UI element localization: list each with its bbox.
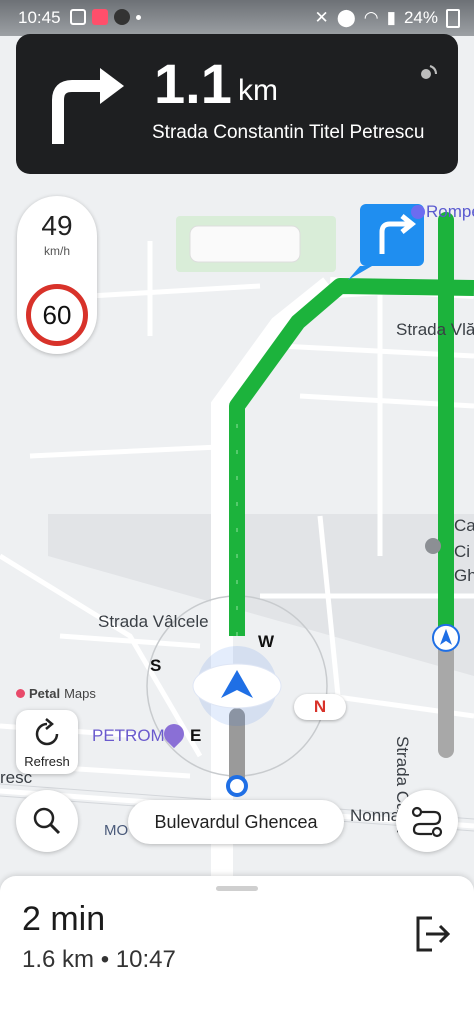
refresh-icon xyxy=(35,718,59,746)
compass-south: S xyxy=(150,656,162,675)
current-speed: 49 xyxy=(41,210,73,241)
current-road-chip: Bulevardul Ghencea xyxy=(128,800,344,844)
map-label-ca: Ca xyxy=(454,516,474,535)
search-icon-handle xyxy=(49,823,61,835)
instruction-distance-unit: km xyxy=(238,74,278,107)
arrival-time: 10:47 xyxy=(115,946,176,973)
speed-unit: km/h xyxy=(43,244,70,258)
navigation-instruction-banner[interactable]: 1.1 km Strada Constantin Titel Petrescu xyxy=(16,34,458,174)
speed-limit-sign: 60 xyxy=(26,284,88,346)
map-label-strada-vla: Strada Vlă xyxy=(396,320,474,339)
status-bar: 10:45 ✕ ⬤ ◠ ▮ 24% xyxy=(0,0,474,36)
eta-separator: • xyxy=(100,946,110,973)
map-label-ci: Ci xyxy=(454,542,471,561)
progress-track-remaining xyxy=(438,212,454,638)
compass-north: N xyxy=(313,697,327,716)
eta-detail: 1.6 km • 10:47 xyxy=(22,946,176,974)
instruction-street: Strada Constantin Titel Petrescu xyxy=(152,122,425,143)
map-label-strada-valcele: Strada Vâlcele xyxy=(98,612,209,631)
signal-icon: ▮ xyxy=(386,8,396,27)
route-overview-icon xyxy=(411,806,443,838)
exit-navigation-icon[interactable] xyxy=(410,912,454,956)
map-label-mos: MO xyxy=(104,822,129,839)
petal-maps-icon xyxy=(92,9,108,25)
route-icon-end xyxy=(431,826,443,838)
compass-east: E xyxy=(190,726,202,745)
compass-west: W xyxy=(258,632,275,651)
eta-duration: 2 min xyxy=(22,900,106,938)
remaining-distance: 1.6 km xyxy=(22,946,95,973)
gallery-icon xyxy=(70,9,86,25)
compass-north-badge[interactable]: N xyxy=(294,694,346,720)
maps-logo-text: Maps xyxy=(64,686,96,701)
refresh-label: Refresh xyxy=(24,754,70,769)
battery-level: 24% xyxy=(403,8,438,27)
building-complex xyxy=(189,225,301,263)
start-marker xyxy=(226,775,248,797)
turn-right-arrow-icon xyxy=(52,68,124,144)
voice-icon-dot xyxy=(421,69,431,79)
speed-widget: 49 km/h 60 xyxy=(17,196,97,354)
search-icon xyxy=(33,807,61,835)
petal-logo-pin-icon xyxy=(16,689,25,698)
poi-pin xyxy=(425,538,441,554)
search-icon-lens xyxy=(33,807,55,829)
petal-logo-text: Petal xyxy=(29,686,61,701)
map-label-petrom: PETROM xyxy=(92,726,165,745)
voice-icon-wave xyxy=(429,65,437,75)
trip-summary-sheet[interactable]: 2 min 1.6 km • 10:47 xyxy=(0,876,474,1016)
mute-icon: ✕ xyxy=(314,8,329,27)
map-label-gh: Gh xyxy=(454,566,474,585)
status-time: 10:45 xyxy=(18,8,61,27)
sheet-drag-handle[interactable] xyxy=(216,886,258,891)
turn-marker-tail xyxy=(348,266,372,280)
dot-icon xyxy=(136,14,141,20)
exit-icon-arrow xyxy=(426,924,451,944)
turn-arrow-head xyxy=(100,68,124,104)
instruction-distance: 1.1 xyxy=(154,52,232,115)
voice-guidance-icon[interactable] xyxy=(418,60,440,82)
map-label-rompetrol: Rompe xyxy=(426,202,474,221)
route-icon-start xyxy=(411,806,423,818)
turn-arrow-shaft xyxy=(52,80,106,144)
petal-maps-logo: Petal Maps xyxy=(16,686,96,701)
refresh-button[interactable]: Refresh xyxy=(16,710,78,774)
location-icon: ⬤ xyxy=(336,8,356,27)
route-overview-button[interactable] xyxy=(396,790,458,852)
search-button[interactable] xyxy=(16,790,78,852)
rompetrol-pin xyxy=(411,205,425,219)
wifi-icon: ◠ xyxy=(363,8,379,27)
app-icon xyxy=(114,9,130,25)
battery-icon xyxy=(446,8,460,28)
